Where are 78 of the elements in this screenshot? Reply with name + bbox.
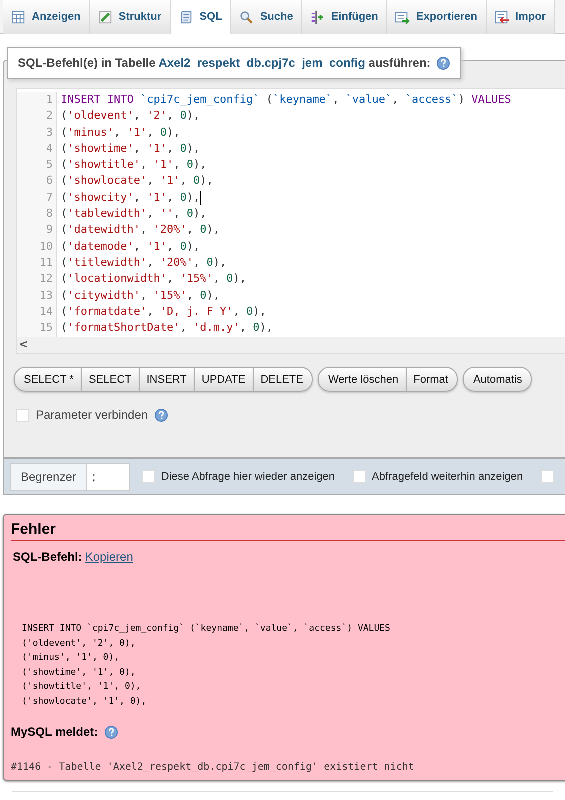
line-number: 7 <box>45 190 53 206</box>
code-editor[interactable] <box>16 88 565 354</box>
server-label: MySQL meldet: <box>11 724 98 742</box>
checkbox[interactable] <box>353 470 366 484</box>
line-number: 8 <box>45 206 53 222</box>
tab[interactable]: SQL <box>170 0 232 34</box>
code-line: ('showtime', '1', 0), <box>61 140 200 157</box>
sql-line: ('oldevent', '2', 0), <box>22 638 137 651</box>
code-line: ('titlewidth', '20%', 0), <box>61 254 227 271</box>
query-button[interactable]: INSERT <box>140 367 195 392</box>
code-line: ('locationwidth', '15%', 0), <box>61 271 246 288</box>
help-icon[interactable] <box>436 56 450 70</box>
query-button[interactable]: UPDATE <box>194 367 254 392</box>
tab[interactable]: Struktur <box>90 0 171 34</box>
sql-line: ('showtime', '1', 0), <box>22 666 137 680</box>
scroll-icon <box>178 10 194 24</box>
export-icon <box>395 10 410 24</box>
code-line: ('tablewidth', '', 0), <box>61 206 207 222</box>
code-line: INSERT INTO `cpi7c_jem_config` (`keyname`, `value`, `access`) VALUES <box>61 92 512 108</box>
query-button[interactable]: Automatis <box>463 367 532 392</box>
delimiter-field[interactable]: Begrenzer ; <box>10 462 130 491</box>
error-title: Fehler <box>11 521 565 542</box>
checkbox[interactable] <box>142 470 156 484</box>
line-number: 2 <box>45 108 53 124</box>
checkbox-label: Diese Abfrage hier wieder anzeigen <box>161 470 336 485</box>
query-button[interactable]: SELECT <box>82 367 140 392</box>
sql-line: ('showtitle', '1', 0), <box>22 681 142 694</box>
line-number: 3 <box>45 124 53 141</box>
code-line: ('datewidth', '20%', 0), <box>61 222 220 238</box>
sql-label: SQL-Befehl: <box>13 549 82 566</box>
line-number: 9 <box>45 222 53 238</box>
line-number: 14 <box>38 304 53 320</box>
code-line: ('showtitle', '1', 0), <box>61 157 207 174</box>
line-number: 15 <box>38 320 53 336</box>
query-button[interactable]: Werte löschen <box>318 367 407 392</box>
help-icon[interactable] <box>105 726 118 739</box>
pencil-icon <box>98 10 113 24</box>
code-line: ('formatdate', 'D, j. F Y', 0), <box>61 304 266 320</box>
search-icon <box>239 10 254 24</box>
checkbox-label: Abfragefeld weiterhin anzeigen <box>372 470 524 485</box>
query-button[interactable]: Format <box>406 367 458 392</box>
delimiter-value: ; <box>91 468 97 486</box>
sql-line: ('showlocate', '1', 0), <box>22 696 148 709</box>
line-number: 12 <box>38 271 53 288</box>
sql-line: ('minus', '1', 0), <box>22 652 121 666</box>
line-number: 11 <box>38 254 53 271</box>
delimiter-label: Begrenzer <box>11 464 88 490</box>
checkbox[interactable] <box>541 470 554 484</box>
code-line: ('showlocate', '1', 0), <box>61 173 214 190</box>
scroll-left-arrow[interactable]: < <box>19 337 28 354</box>
code-line: ('oldevent', '2', 0), <box>61 108 200 124</box>
query-button[interactable]: DELETE <box>254 367 314 392</box>
code-line: ('minus', '1', 0), <box>61 124 180 141</box>
code-line: ('showcity', '1', 0), <box>61 190 202 206</box>
import-icon <box>494 10 510 24</box>
code-line: ('formatShortDate', 'd.m.y', 0), <box>61 320 273 336</box>
table-icon <box>11 10 26 24</box>
tab[interactable]: Anzeigen <box>3 0 90 34</box>
code-line: ('datemode', '1', 0), <box>61 238 200 255</box>
sql-line: INSERT INTO `cpi7c_jem_config` (`keyname`, `value`, `access`) VALUES <box>22 622 392 636</box>
line-number: 10 <box>38 238 53 255</box>
insert-icon <box>310 10 326 24</box>
checkbox-label: Parameter verbinden <box>36 407 148 424</box>
line-number: 13 <box>38 288 53 304</box>
tab[interactable]: Impor <box>486 0 556 34</box>
error-message: #1146 - Tabelle 'Axel2_respekt_db.cpi7c_jem_config' existiert nicht <box>11 761 416 776</box>
code-line: ('citywidth', '15%', 0), <box>61 288 220 304</box>
checkbox[interactable] <box>16 408 29 422</box>
line-number: 4 <box>45 140 53 157</box>
line-number: 6 <box>45 173 53 190</box>
line-number: 1 <box>45 92 53 108</box>
tab[interactable]: Exportieren <box>387 0 487 34</box>
tab[interactable]: Suche <box>231 0 302 34</box>
tab[interactable]: Einfügen <box>302 0 388 34</box>
copy-link[interactable]: Kopieren <box>85 548 134 566</box>
line-number: 5 <box>45 157 53 174</box>
query-button[interactable]: SELECT * <box>14 367 82 392</box>
legend-text: SQL-Befehl(e) in Tabelle Axel2_respekt_db.cpj7c_jem_config ausführen: <box>18 55 431 72</box>
